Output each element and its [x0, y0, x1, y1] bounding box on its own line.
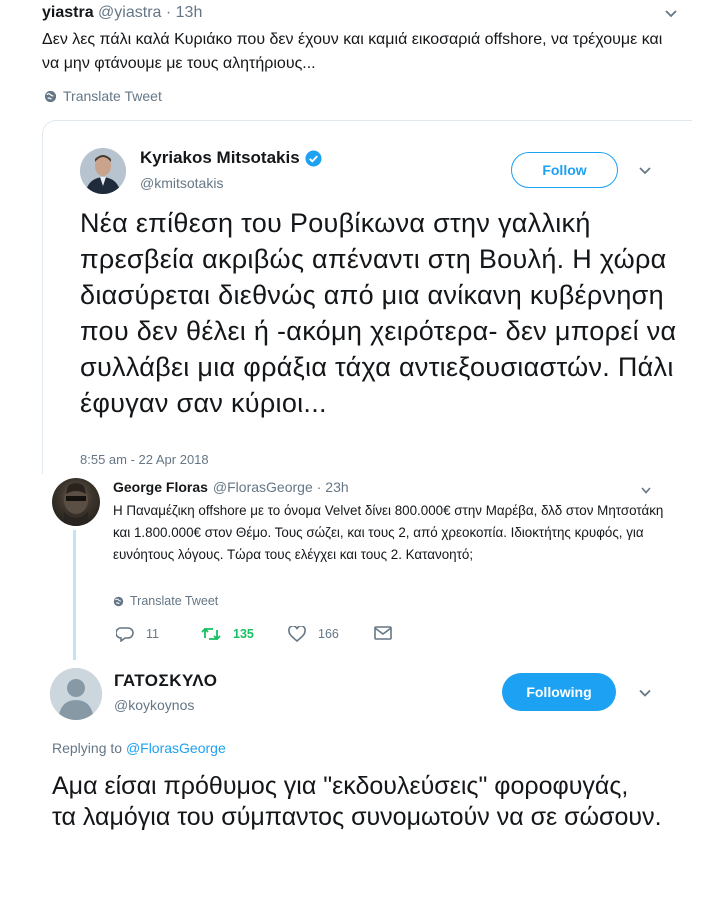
- replying-to: Replying to @FlorasGeorge: [52, 740, 226, 756]
- translate-label: Translate Tweet: [130, 594, 219, 608]
- message-icon: [374, 626, 392, 640]
- top-tweet-time[interactable]: · 13h: [166, 4, 202, 21]
- like-icon: [288, 626, 306, 642]
- top-tweet: yiastra @yiastra · 13h Δεν λες πάλι καλά…: [42, 2, 682, 76]
- top-tweet-handle[interactable]: @yiastra: [98, 4, 161, 21]
- reply-icon: [116, 627, 134, 642]
- reply-tweet-text: Η Παναμέζικη offshore με το όνομα Velvet…: [113, 503, 664, 562]
- quoted-tweet-name[interactable]: Kyriakos Mitsotakis: [140, 148, 322, 168]
- globe-icon: [113, 596, 124, 606]
- reply-tweet-name[interactable]: George Floras: [113, 479, 208, 495]
- verified-badge-icon: [305, 149, 322, 167]
- reply-button[interactable]: 11: [116, 626, 159, 642]
- direct-message-button[interactable]: [374, 626, 404, 640]
- chevron-down-icon[interactable]: [638, 686, 652, 700]
- top-tweet-name[interactable]: yiastra: [42, 4, 94, 21]
- avatar[interactable]: [80, 148, 126, 194]
- like-button[interactable]: 166: [288, 626, 339, 642]
- reply-count: 11: [146, 627, 159, 641]
- bottom-tweet-name[interactable]: ΓΑΤΟΣΚΥΛΟ: [114, 671, 217, 691]
- chevron-down-icon[interactable]: [664, 6, 678, 20]
- top-tweet-text: Δεν λες πάλι καλά Κυριάκο που δεν έχουν …: [42, 31, 663, 72]
- bottom-tweet-handle[interactable]: @koykoynos: [114, 697, 194, 713]
- bottom-tweet-text: Αμα είσαι πρόθυμος για "εκδουλεύσεις" φο…: [52, 772, 662, 831]
- reply-tweet-time[interactable]: · 23h: [317, 479, 349, 495]
- quoted-tweet-handle[interactable]: @kmitsotakis: [140, 175, 223, 191]
- author-name: Kyriakos Mitsotakis: [140, 148, 300, 167]
- translate-tweet-link[interactable]: Translate Tweet: [44, 88, 162, 104]
- reply-tweet-handle[interactable]: @FlorasGeorge: [213, 479, 313, 495]
- like-count: 166: [318, 627, 339, 641]
- translate-tweet-link[interactable]: Translate Tweet: [113, 594, 218, 608]
- quoted-tweet-text: Νέα επίθεση του Ρουβίκωνα στην γαλλική π…: [80, 208, 677, 418]
- top-tweet-header: yiastra @yiastra · 13h: [42, 2, 682, 24]
- translate-label: Translate Tweet: [63, 88, 162, 104]
- globe-icon: [44, 90, 57, 102]
- retweet-count: 135: [233, 627, 254, 641]
- retweet-button[interactable]: 135: [201, 626, 254, 642]
- reply-tweet-header: George Floras @FlorasGeorge · 23h: [113, 479, 349, 495]
- thread-line: [73, 530, 76, 660]
- avatar[interactable]: [50, 668, 102, 720]
- replying-prefix: Replying to: [52, 740, 123, 756]
- following-button[interactable]: Following: [502, 673, 616, 711]
- retweet-icon: [201, 627, 221, 641]
- quoted-tweet-timestamp[interactable]: 8:55 am - 22 Apr 2018: [80, 452, 209, 467]
- chevron-down-icon[interactable]: [637, 162, 653, 178]
- follow-button[interactable]: Follow: [511, 152, 618, 188]
- avatar[interactable]: [52, 478, 100, 526]
- chevron-down-icon[interactable]: [640, 484, 652, 496]
- replying-to-link[interactable]: @FlorasGeorge: [126, 740, 226, 756]
